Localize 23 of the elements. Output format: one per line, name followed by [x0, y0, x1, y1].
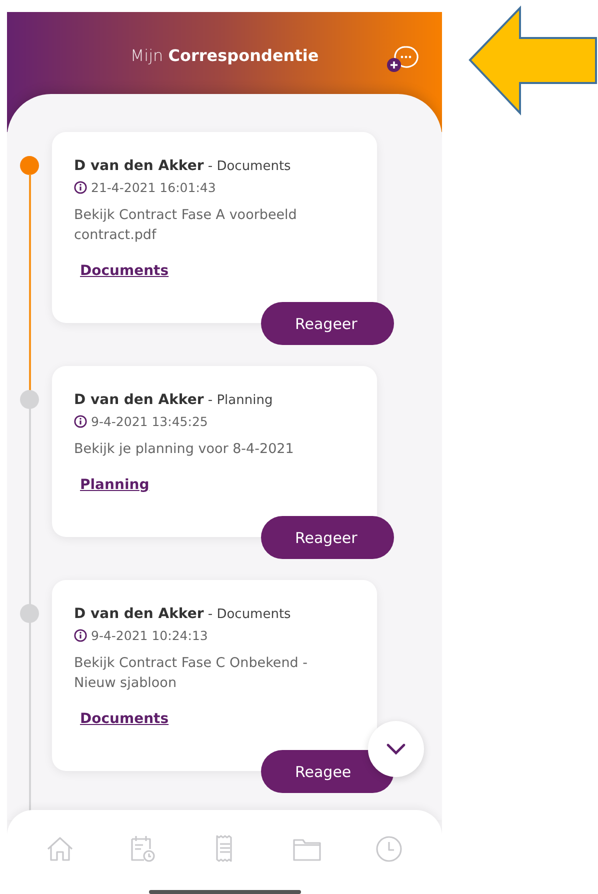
- chevron-down-icon: [385, 742, 407, 756]
- info-icon: [74, 629, 87, 642]
- reply-button[interactable]: Reagee: [261, 750, 394, 793]
- message-sender: D van den Akker - Documents: [74, 606, 292, 622]
- reply-button[interactable]: Reageer: [261, 516, 394, 559]
- info-icon: [74, 181, 87, 194]
- category-link[interactable]: Documents: [80, 711, 169, 727]
- info-icon: [74, 415, 87, 428]
- message-text: Bekijk je planning voor 8-4-2021: [74, 440, 295, 459]
- new-message-icon[interactable]: [386, 44, 420, 74]
- message-sender: D van den Akker - Documents: [74, 158, 292, 174]
- clock-icon[interactable]: [374, 834, 404, 864]
- message-timestamp: 21-4-2021 16:01:43: [91, 180, 216, 195]
- message-timestamp: 9-4-2021 10:24:13: [91, 628, 208, 643]
- message-timestamp: 9-4-2021 13:45:25: [91, 414, 208, 429]
- reply-button[interactable]: Reageer: [261, 302, 394, 345]
- message-sender: D van den Akker - Planning: [74, 392, 274, 408]
- page-title: Mijn Correspondentie: [130, 46, 319, 65]
- category-link[interactable]: Documents: [80, 263, 169, 279]
- home-icon[interactable]: [45, 834, 75, 864]
- category-link[interactable]: Planning: [80, 477, 150, 493]
- message-text: Bekijk Contract Fase C Onbekend - Nieuw sjabloon: [74, 654, 308, 693]
- message-text: Bekijk Contract Fase A voorbeeld contract.pdf: [74, 206, 298, 245]
